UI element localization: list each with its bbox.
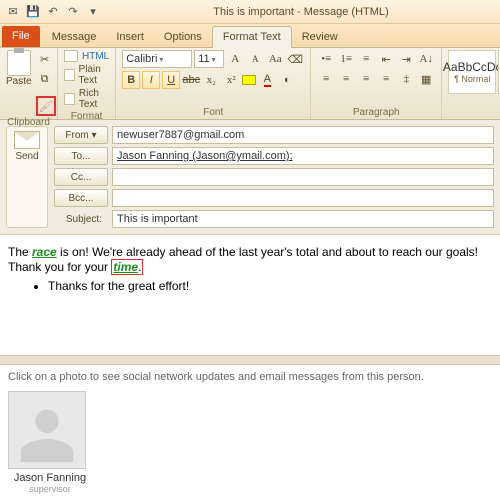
send-button[interactable]: Send — [6, 126, 48, 228]
bold-button[interactable]: B — [122, 71, 140, 89]
bullet-item: Thanks for the great effort! — [48, 279, 492, 293]
tab-review[interactable]: Review — [292, 27, 348, 47]
group-font: Calibri▾ 11▾ A A Aa ⌫ B I U abc x₂ x² A … — [116, 48, 311, 119]
bcc-field[interactable] — [112, 189, 494, 207]
ribbon-tabs: File Message Insert Options Format Text … — [0, 24, 500, 48]
rich-icon — [64, 93, 75, 105]
cc-button[interactable]: Cc... — [54, 168, 108, 186]
tab-file[interactable]: File — [2, 26, 40, 47]
compose-header: Send From ▾ newuser7887@gmail.com To... … — [0, 120, 500, 235]
cut-icon[interactable]: ✂ — [36, 50, 54, 68]
line-spacing-icon[interactable]: ‡ — [397, 70, 415, 88]
people-hint: Click on a photo to see social network u… — [8, 371, 492, 383]
subject-field[interactable]: This is important — [112, 210, 494, 228]
format-html[interactable]: HTML — [64, 50, 109, 62]
align-right-icon[interactable]: ≡ — [357, 70, 375, 88]
subscript-icon[interactable]: x₂ — [202, 71, 220, 89]
superscript-icon[interactable]: x² — [222, 71, 240, 89]
align-center-icon[interactable]: ≡ — [337, 70, 355, 88]
tab-insert[interactable]: Insert — [106, 27, 154, 47]
format-painter-icon: 🖌 — [39, 100, 53, 113]
style-normal[interactable]: AaBbCcDc ¶ Normal — [448, 50, 496, 94]
group-format: HTML Plain Text Rich Text Format — [58, 48, 116, 119]
shrink-font-icon[interactable]: A — [246, 50, 264, 68]
word-time-highlight: time. — [111, 259, 143, 275]
group-label-format: Format — [64, 110, 109, 122]
multilevel-icon[interactable]: ≡ — [357, 50, 375, 68]
group-styles: AaBbCcDc ¶ Normal AaB ¶ No — [442, 48, 500, 119]
tab-options[interactable]: Options — [154, 27, 212, 47]
bullets-icon[interactable]: •≡ — [317, 50, 335, 68]
change-case-icon[interactable]: Aa — [266, 50, 284, 68]
quick-access-toolbar: ✉ 💾 ↶ ↷ ▾ — [0, 3, 102, 21]
title-bar: ✉ 💾 ↶ ↷ ▾ This is important - Message (H… — [0, 0, 500, 24]
group-label-paragraph: Paragraph — [317, 106, 435, 118]
contact-name: Jason Fanning — [8, 472, 92, 484]
to-button[interactable]: To... — [54, 147, 108, 165]
group-clipboard: Paste ✂ ⧉ 🖌 Clipboard — [0, 48, 58, 119]
paste-icon — [7, 50, 31, 76]
tab-format-text[interactable]: Format Text — [212, 26, 292, 48]
paste-button[interactable]: Paste — [6, 50, 32, 87]
align-left-icon[interactable]: ≡ — [317, 70, 335, 88]
subject-label: Subject: — [54, 214, 108, 225]
plain-icon — [64, 69, 75, 81]
italic-button[interactable]: I — [142, 71, 160, 89]
underline-button[interactable]: U — [162, 71, 180, 89]
indent-icon[interactable]: ⇥ — [397, 50, 415, 68]
undo-icon[interactable]: ↶ — [44, 3, 62, 21]
ribbon: Paste ✂ ⧉ 🖌 Clipboard HTML Plain Text Ri… — [0, 48, 500, 120]
word-race: race — [32, 245, 57, 259]
cc-field[interactable] — [112, 168, 494, 186]
panel-divider — [0, 355, 500, 365]
contact-role: supervisor — [8, 484, 92, 494]
html-icon — [64, 50, 78, 62]
format-plain[interactable]: Plain Text — [64, 64, 109, 86]
envelope-icon — [14, 131, 40, 149]
people-pane: Click on a photo to see social network u… — [0, 365, 500, 500]
paste-label: Paste — [6, 76, 32, 87]
window-title: This is important - Message (HTML) — [102, 6, 500, 18]
qat-more-icon[interactable]: ▾ — [84, 3, 102, 21]
numbering-icon[interactable]: 1≡ — [337, 50, 355, 68]
to-field[interactable]: Jason Fanning (Jason@ymail.com); — [112, 147, 494, 165]
app-icon[interactable]: ✉ — [4, 3, 22, 21]
group-paragraph: •≡ 1≡ ≡ ⇤ ⇥ A↓ ≡ ≡ ≡ ≡ ‡ ▦ Paragraph — [311, 48, 442, 119]
avatar-icon — [8, 391, 86, 469]
contact-card[interactable]: Jason Fanning supervisor — [8, 391, 92, 494]
font-size-select[interactable]: 11▾ — [194, 50, 224, 68]
text-effects-icon[interactable]: ◐ — [278, 71, 296, 89]
shading-icon[interactable]: ▦ — [417, 70, 435, 88]
from-field[interactable]: newuser7887@gmail.com — [112, 126, 494, 144]
tab-message[interactable]: Message — [42, 27, 107, 47]
sort-icon[interactable]: A↓ — [417, 50, 435, 68]
highlight-icon[interactable] — [242, 75, 256, 85]
justify-icon[interactable]: ≡ — [377, 70, 395, 88]
save-icon[interactable]: 💾 — [24, 3, 42, 21]
bcc-button[interactable]: Bcc... — [54, 189, 108, 207]
redo-icon[interactable]: ↷ — [64, 3, 82, 21]
outdent-icon[interactable]: ⇤ — [377, 50, 395, 68]
format-rich[interactable]: Rich Text — [64, 88, 109, 110]
strike-icon[interactable]: abc — [182, 71, 200, 89]
font-color-icon[interactable]: A — [258, 71, 276, 89]
message-body[interactable]: The race is on! We're already ahead of t… — [0, 235, 500, 355]
copy-icon[interactable]: ⧉ — [36, 70, 54, 88]
format-painter-highlight[interactable]: 🖌 — [36, 96, 56, 116]
from-button[interactable]: From ▾ — [54, 126, 108, 144]
grow-font-icon[interactable]: A — [226, 50, 244, 68]
clear-format-icon[interactable]: ⌫ — [286, 50, 304, 68]
font-name-select[interactable]: Calibri▾ — [122, 50, 192, 68]
group-label-font: Font — [122, 106, 304, 118]
